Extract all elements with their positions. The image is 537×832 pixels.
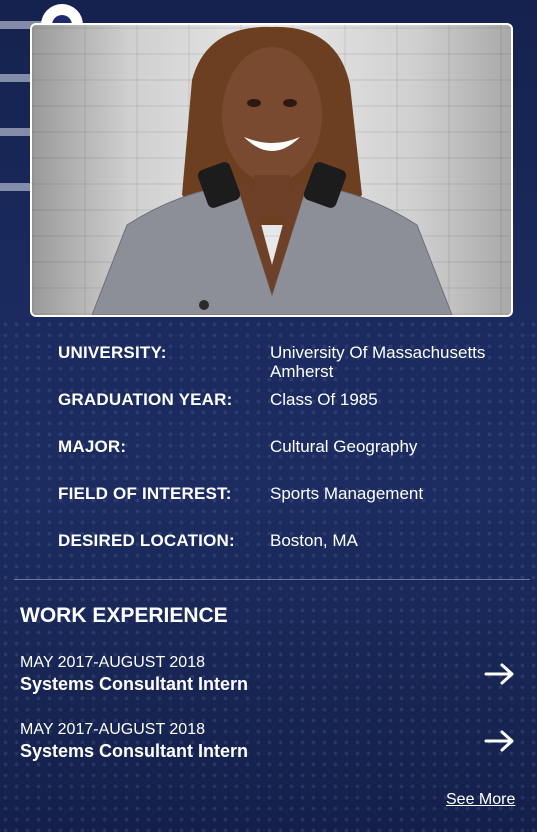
- work-title: Systems Consultant Intern: [20, 674, 249, 694]
- arrow-right-icon[interactable]: [484, 662, 516, 686]
- field-of-interest-label: FIELD OF INTEREST:: [58, 484, 232, 503]
- profile-photo: [30, 23, 513, 317]
- field-of-interest-value: Sports Management: [270, 484, 424, 503]
- university-value: University Of Massachusetts Amherst: [270, 343, 486, 381]
- work-dates: MAY 2017-AUGUST 2018: [20, 654, 205, 671]
- work-dates: MAY 2017-AUGUST 2018: [20, 721, 205, 738]
- section-divider: [14, 579, 530, 580]
- see-more-link[interactable]: See More: [446, 791, 515, 809]
- major-label: MAJOR:: [58, 437, 127, 456]
- major-value: Cultural Geography: [270, 437, 418, 456]
- university-label: UNIVERSITY:: [58, 343, 167, 362]
- work-experience-item[interactable]: MAY 2017-AUGUST 2018 Systems Consultant …: [20, 721, 520, 771]
- profile-photo-icon: [91, 26, 453, 315]
- arrow-right-icon[interactable]: [484, 729, 516, 753]
- graduation-year-value: Class Of 1985: [270, 390, 378, 409]
- desired-location-value: Boston, MA: [270, 531, 358, 550]
- desired-location-label: DESIRED LOCATION:: [58, 531, 235, 550]
- work-experience-heading: WORK EXPERIENCE: [20, 604, 228, 627]
- work-experience-item[interactable]: MAY 2017-AUGUST 2018 Systems Consultant …: [20, 654, 520, 704]
- work-title: Systems Consultant Intern: [20, 741, 249, 761]
- graduation-year-label: GRADUATION YEAR:: [58, 390, 233, 409]
